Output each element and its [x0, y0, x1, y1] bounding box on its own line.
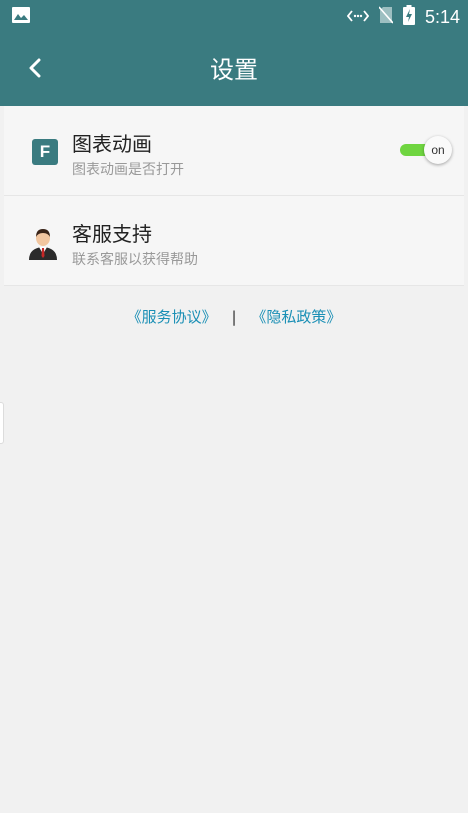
no-sim-icon — [378, 6, 394, 28]
chart-animation-toggle[interactable]: on — [400, 136, 452, 164]
setting-chart-animation: F 图表动画 图表动画是否打开 on — [4, 106, 464, 196]
privacy-policy-link[interactable]: 《隐私政策》 — [251, 308, 341, 326]
setting-subtitle: 图表动画是否打开 — [72, 162, 184, 178]
customer-service-avatar-icon — [26, 226, 60, 260]
f-app-icon: F — [32, 139, 58, 165]
image-icon — [12, 7, 30, 27]
setting-title: 客服支持 — [72, 222, 152, 246]
page-title: 设置 — [210, 56, 258, 84]
setting-subtitle: 联系客服以获得帮助 — [72, 252, 198, 268]
status-bar: 5:14 — [0, 0, 468, 34]
link-separator: | — [231, 308, 237, 326]
setting-title: 图表动画 — [72, 132, 152, 156]
service-agreement-link[interactable]: 《服务协议》 — [127, 308, 217, 326]
status-time: 5:14 — [424, 6, 460, 27]
app-bar: 设置 — [0, 34, 468, 106]
settings-list: F 图表动画 图表动画是否打开 on 客服支持 联系客服以获得帮助 — [0, 106, 468, 286]
setting-customer-support[interactable]: 客服支持 联系客服以获得帮助 — [4, 196, 464, 286]
data-transfer-icon — [346, 8, 370, 27]
footer-links: 《服务协议》 | 《隐私政策》 — [0, 306, 468, 327]
edge-drawer-handle[interactable] — [0, 402, 4, 444]
toggle-knob: on — [424, 136, 452, 164]
battery-charging-icon — [402, 5, 415, 29]
